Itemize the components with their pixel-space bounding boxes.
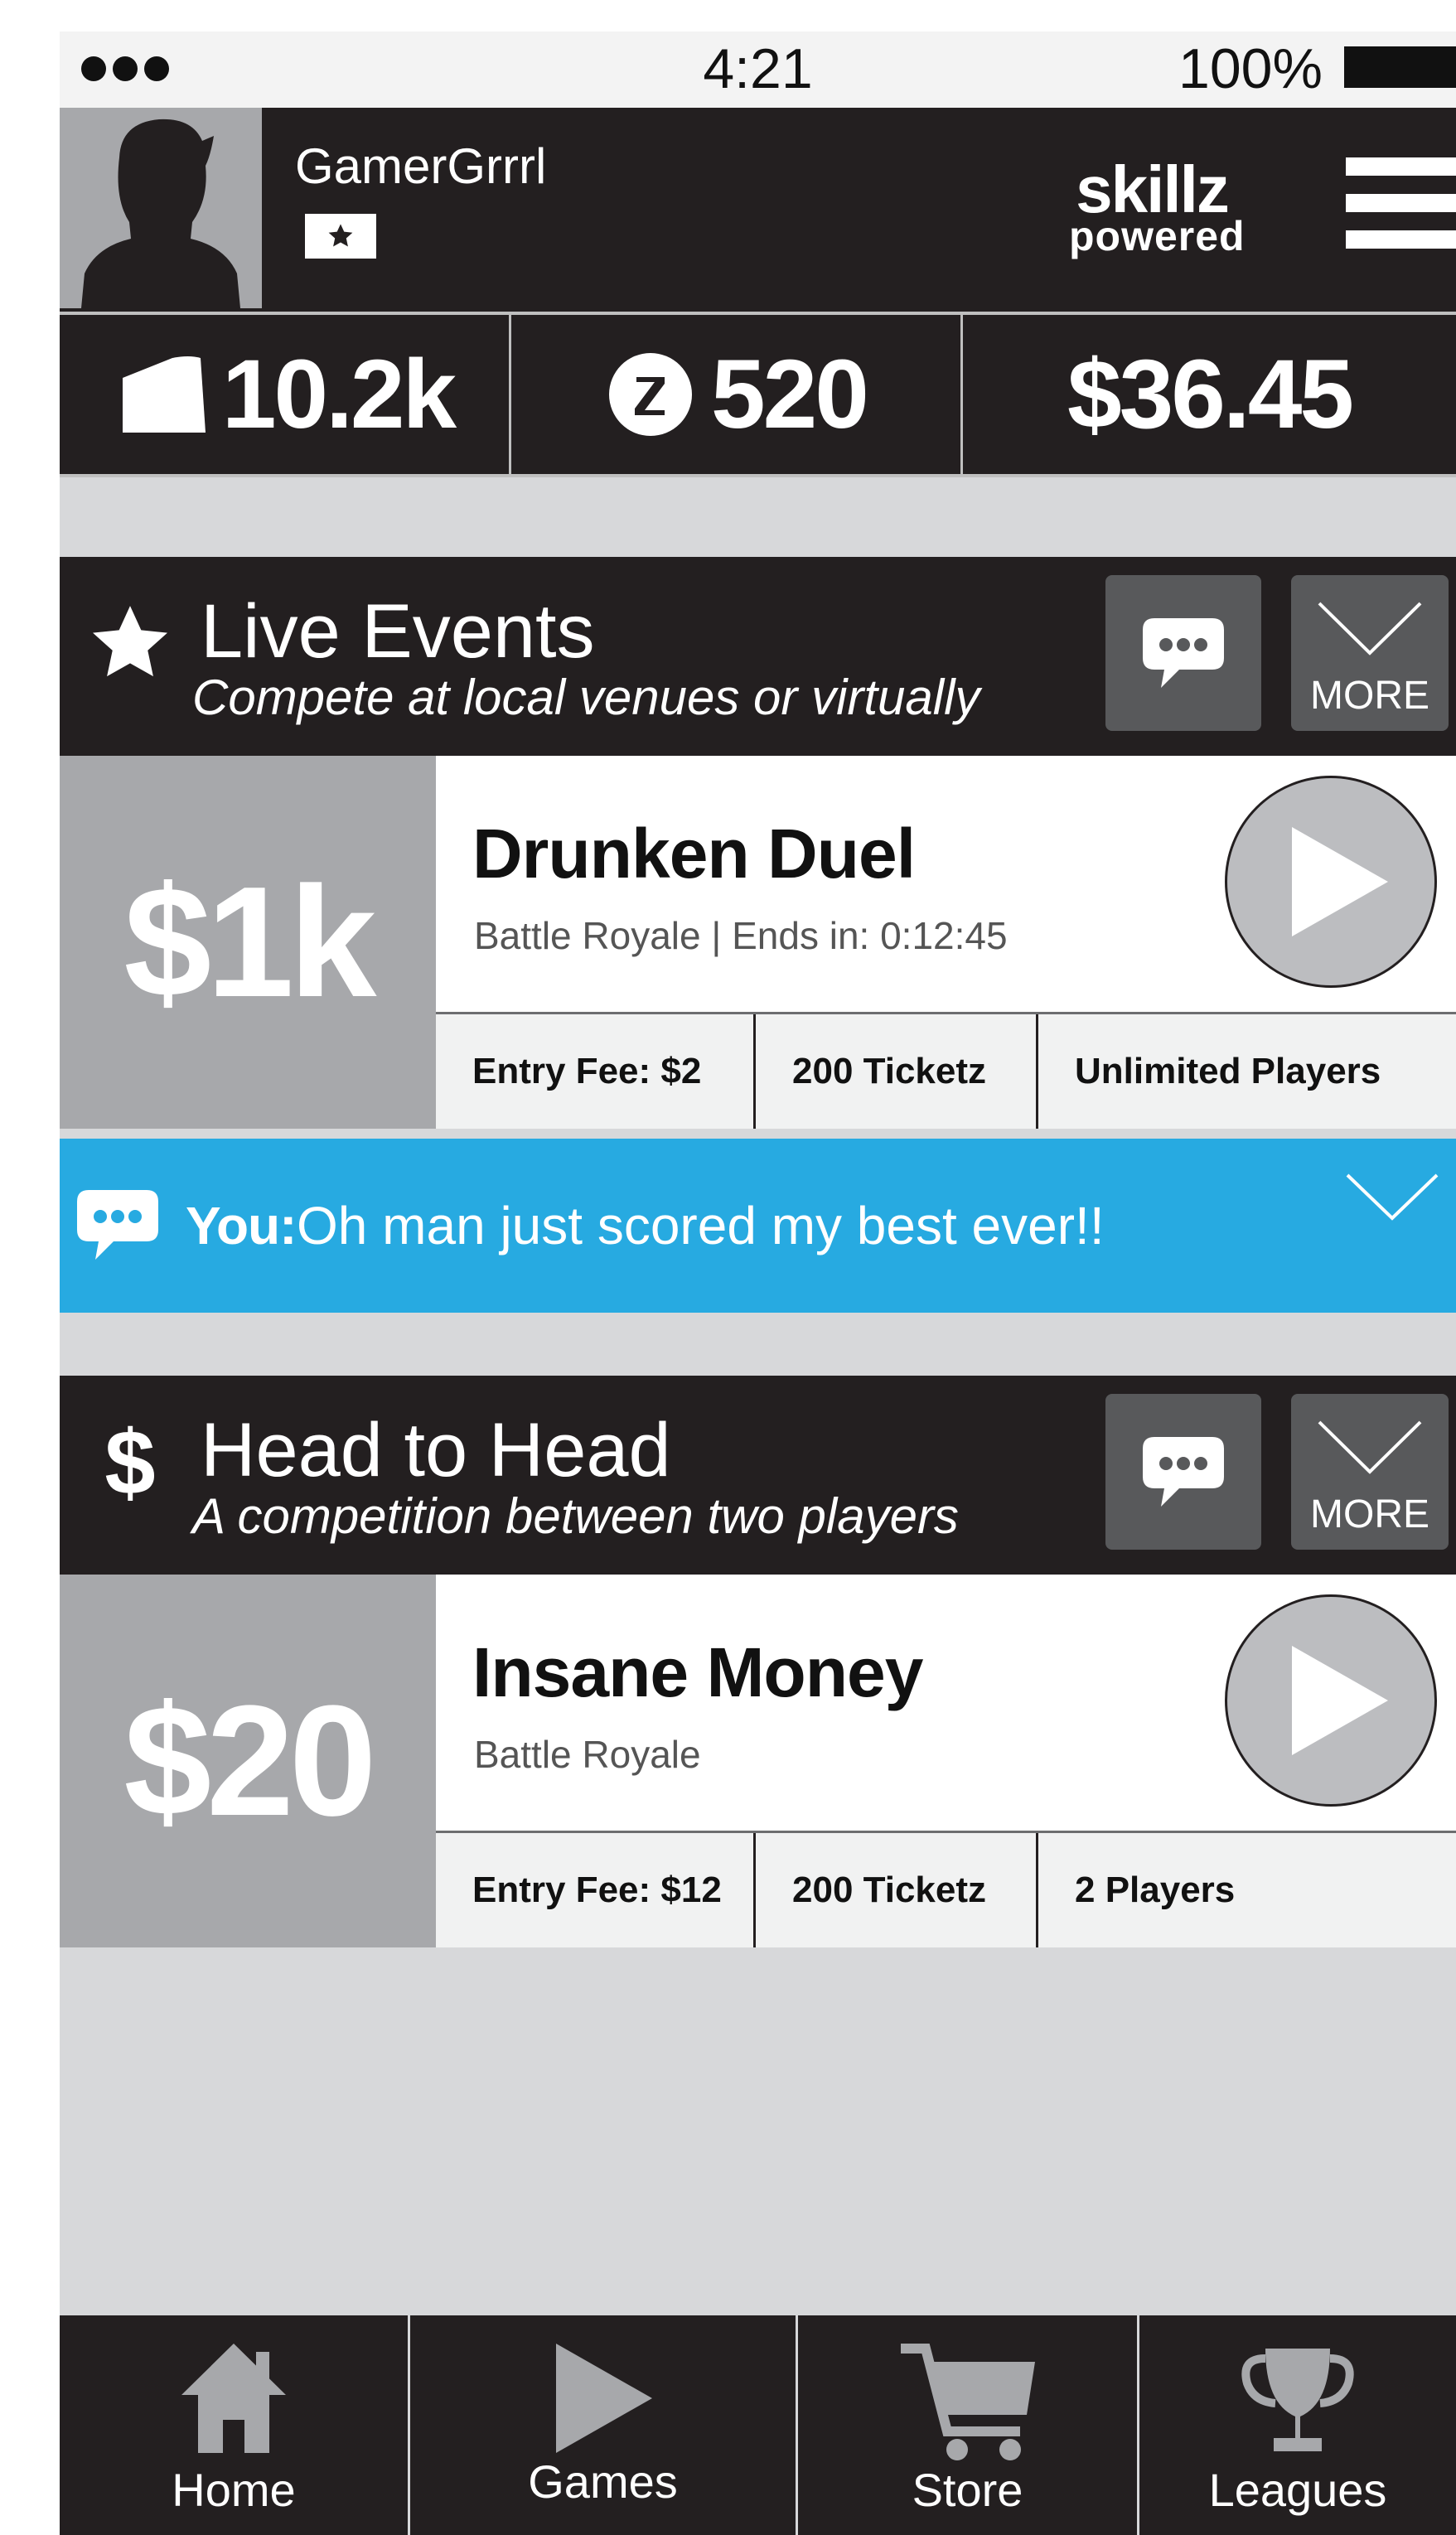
event-main: Drunken Duel Battle Royale | Ends in: 0:… <box>436 756 1456 1014</box>
head-to-head-header: $ Head to Head A competition between two… <box>60 1376 1456 1575</box>
nav-games-label: Games <box>528 2455 678 2508</box>
event-info: Entry Fee: $12 200 Ticketz 2 Players <box>436 1833 1456 1947</box>
head-to-head-subtitle: A competition between two players <box>192 1488 959 1544</box>
nav-leagues[interactable]: Leagues <box>1137 2315 1456 2535</box>
event-meta: Battle Royale | Ends in: 0:12:45 <box>474 914 1008 957</box>
chevron-down-icon <box>1318 1420 1422 1474</box>
event-name: Insane Money <box>472 1633 923 1711</box>
chat-preview-bar[interactable]: You: Oh man just scored my best ever!! <box>60 1139 1456 1313</box>
home-icon <box>181 2344 286 2453</box>
chevron-down-icon <box>1318 602 1422 656</box>
head-to-head-more-button[interactable]: MORE <box>1291 1394 1449 1550</box>
more-label: MORE <box>1310 674 1429 718</box>
ticket-icon <box>122 356 206 433</box>
trophy-icon <box>1241 2349 1354 2451</box>
chat-bubble-icon <box>1143 618 1224 688</box>
nav-store[interactable]: Store <box>796 2315 1137 2535</box>
event-card-insane-money[interactable]: $20 Insane Money Battle Royale Entry Fee… <box>60 1575 1456 1947</box>
cash-stat[interactable]: $36.45 <box>960 315 1456 474</box>
entry-fee: Entry Fee: $2 <box>472 1051 702 1091</box>
logo-powered: powered <box>1069 213 1246 259</box>
bottom-nav: Home Games Store Leagues <box>60 2315 1456 2535</box>
play-icon <box>1292 827 1388 936</box>
ticketz-reward: 200 Ticketz <box>753 1833 1036 1947</box>
z-coins-value: 520 <box>711 340 869 449</box>
stats-bar: 10.2k 520 $36.45 <box>60 312 1456 477</box>
nav-games[interactable]: Games <box>408 2315 796 2535</box>
event-info: Entry Fee: $2 200 Ticketz Unlimited Play… <box>436 1014 1456 1129</box>
event-meta: Battle Royale <box>474 1733 701 1776</box>
event-card-drunken-duel[interactable]: $1k Drunken Duel Battle Royale | Ends in… <box>60 756 1456 1129</box>
avatar[interactable] <box>60 108 262 308</box>
cart-icon <box>900 2344 1035 2460</box>
nav-home[interactable]: Home <box>60 2315 408 2535</box>
tickets-value: 10.2k <box>221 340 457 449</box>
battery-percent: 100% <box>1178 37 1323 100</box>
prize-amount: $20 <box>60 1575 436 1947</box>
app-screen: 4:21 100% GamerGrrrl skillz powered 10.2… <box>60 31 1456 2535</box>
live-events-chat-button[interactable] <box>1105 575 1261 731</box>
chat-message: Oh man just scored my best ever!! <box>297 1196 1105 1255</box>
tickets-stat[interactable]: 10.2k <box>60 315 509 474</box>
battery-icon <box>1344 46 1456 88</box>
nav-home-label: Home <box>172 2464 296 2516</box>
chat-bubble-icon <box>77 1190 158 1260</box>
z-coins-stat[interactable]: 520 <box>509 315 960 474</box>
live-events-title: Live Events <box>201 589 595 674</box>
live-events-more-button[interactable]: MORE <box>1291 575 1449 731</box>
more-label: MORE <box>1310 1492 1429 1536</box>
ticketz-reward: 200 Ticketz <box>753 1014 1036 1129</box>
live-events-header: Live Events Compete at local venues or v… <box>60 557 1456 756</box>
entry-fee: Entry Fee: $12 <box>472 1870 722 1910</box>
username: GamerGrrrl <box>295 138 547 194</box>
play-button[interactable] <box>1225 776 1437 988</box>
status-bar: 4:21 100% <box>60 31 1456 108</box>
user-silhouette-icon <box>81 119 240 308</box>
z-coin-icon <box>609 353 693 436</box>
event-name: Drunken Duel <box>472 815 916 893</box>
dollar-icon: $ <box>104 1411 156 1514</box>
nav-leagues-label: Leagues <box>1208 2464 1387 2516</box>
player-count: 2 Players <box>1036 1833 1456 1947</box>
cash-value: $36.45 <box>1067 340 1354 449</box>
event-main: Insane Money Battle Royale <box>436 1575 1456 1833</box>
head-to-head-title: Head to Head <box>201 1408 671 1492</box>
play-icon <box>555 2344 652 2453</box>
head-to-head-chat-button[interactable] <box>1105 1394 1261 1550</box>
play-button[interactable] <box>1225 1594 1437 1807</box>
player-count: Unlimited Players <box>1036 1014 1456 1129</box>
profile-header: GamerGrrrl skillz powered <box>60 108 1456 312</box>
logo-skillz: skillz <box>1076 152 1230 226</box>
play-icon <box>1292 1646 1388 1755</box>
star-icon <box>328 224 353 247</box>
nav-store-label: Store <box>912 2464 1023 2516</box>
rank-badge <box>305 214 376 259</box>
hamburger-menu-icon[interactable] <box>1346 157 1456 249</box>
star-icon <box>85 598 176 689</box>
skillz-logo: skillz powered <box>1069 152 1246 259</box>
chat-bubble-icon <box>1143 1437 1224 1507</box>
prize-amount: $1k <box>60 756 436 1129</box>
chat-author: You: <box>186 1196 297 1255</box>
live-events-subtitle: Compete at local venues or virtually <box>192 670 980 725</box>
chevron-down-icon[interactable] <box>1344 1172 1440 1223</box>
